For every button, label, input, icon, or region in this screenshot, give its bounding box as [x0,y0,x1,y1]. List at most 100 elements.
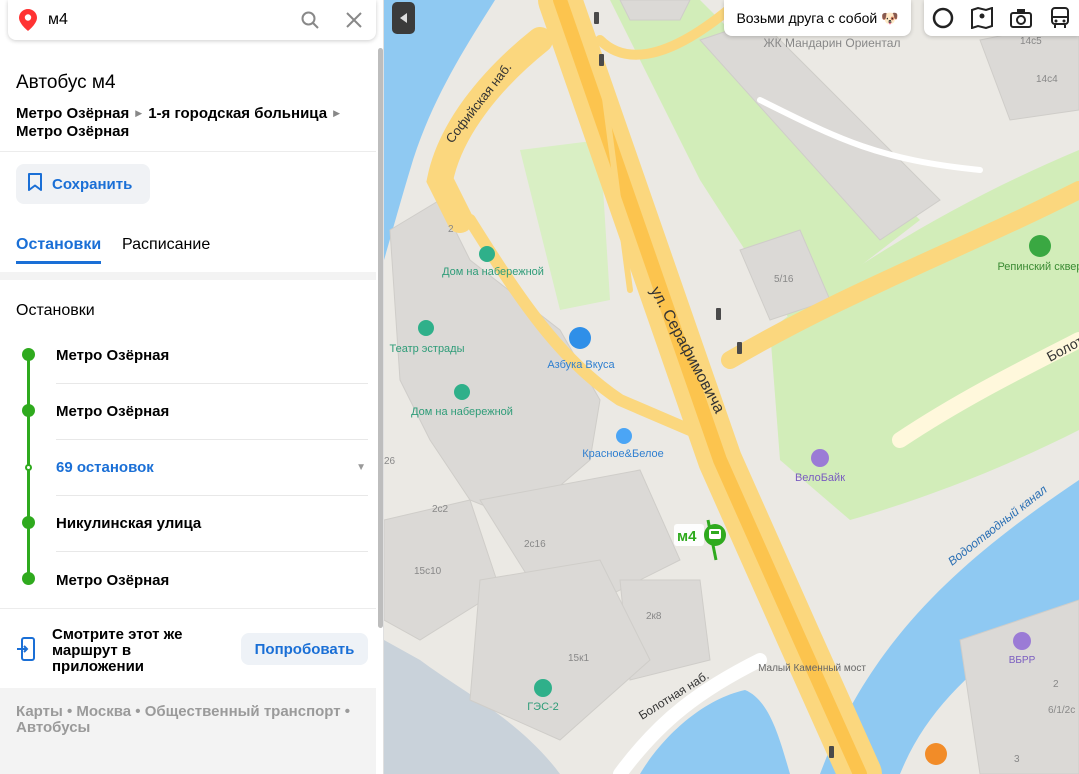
transport-icon[interactable] [1045,3,1075,33]
stop-name: Метро Озёрная [56,347,170,364]
collapse-panel-button[interactable] [392,2,415,34]
app-promo: Смотрите этот же маршрут в приложении По… [0,608,376,688]
poi-most: Малый Каменный мост [758,663,866,674]
bus-stop-marker: м4 [674,524,726,546]
invite-friend-label: Возьми друга с собой [736,10,878,26]
chevron-down-icon: ▼ [356,462,366,473]
panorama-icon[interactable] [967,3,997,33]
expand-stops-button[interactable]: 69 остановок ▼ [56,440,368,496]
house-number: 2 [448,224,454,235]
breadcrumb-separator: • [344,703,351,720]
theatre-icon [418,320,434,336]
breadcrumb-item[interactable]: Автобусы [16,719,90,736]
stop-name: Метро Озёрная [56,571,170,589]
house-number: 2с2 [432,504,449,515]
breadcrumb-item[interactable]: Москва [76,703,131,720]
close-icon[interactable] [332,0,376,40]
house-number: 2с16 [524,539,546,550]
poi-krasnoe: Красное&Белое [582,448,664,460]
stops-heading: Остановки [16,302,95,319]
camera-icon[interactable] [1006,3,1036,33]
search-bar: м4 [8,0,376,40]
poi-teatr: Театр эстрады [389,343,464,355]
route-via: 1-я городская больница [148,105,328,122]
wine-shop-icon [616,428,632,444]
phone-icon [16,637,38,666]
route-title: Автобус м4 [16,72,116,93]
route-endpoints: Метро Озёрная ▶ 1-я городская больница ▶ Мет… [16,104,366,141]
arrow-right-icon: ▶ [135,108,143,118]
shop-icon [569,327,591,349]
stop-marker [22,572,35,585]
stop-item[interactable]: Метро Озёрная [56,384,368,440]
alice-icon[interactable] [928,3,958,33]
traffic-light-icon [737,342,742,354]
traffic-light-icon [829,746,834,758]
location-pin-icon [8,9,48,31]
tab-stops[interactable]: Остановки [16,236,102,264]
stop-item[interactable]: Метро Озёрная [56,328,368,384]
breadcrumb-item[interactable]: Общественный транспорт [145,703,341,720]
park-icon [1029,235,1051,257]
restaurant-icon [925,743,947,765]
sidebar-scrollbar[interactable] [378,48,383,628]
bike-icon [811,449,829,467]
tab-schedule[interactable]: Расписание [122,236,210,264]
poi-azbuka: Азбука Вкуса [547,359,615,371]
invite-friend-chip[interactable]: Возьми друга с собой 🐶 [724,0,911,36]
stop-name: Метро Озёрная [56,403,170,420]
try-app-button[interactable]: Попробовать [241,633,368,665]
save-button[interactable]: Сохранить [16,164,150,204]
map-svg: ул. Серафимовича Софийская наб. Болотная… [384,0,1079,774]
traffic-light-icon [716,308,721,320]
poi-mandarin-line1: ЖК Мандарин Ориентал [764,36,901,50]
search-icon[interactable] [288,0,332,40]
route-from: Метро Озёрная [16,105,130,122]
house-number: 2к8 [646,611,662,622]
house-number: 26 [384,456,396,467]
poi-dom-mid: Дом на набережной [411,406,513,418]
stop-count: 69 остановок [56,459,154,476]
search-input[interactable]: м4 [48,11,288,29]
house-number: 14с5 [1020,36,1042,47]
app-promo-text: Смотрите этот же маршрут в приложении [52,626,183,675]
house-number: 15с10 [414,566,442,577]
map-toolbar [924,0,1079,36]
stop-name: Никулинская улица [56,515,202,532]
poi-dom-top: Дом на набережной [442,266,544,278]
stop-item[interactable]: Никулинская улица [56,496,368,552]
dog-emoji: 🐶 [881,9,899,26]
poi-velobike: ВелоБайк [795,472,845,484]
breadcrumb-item[interactable]: Карты [16,703,63,720]
house-number: 6/1/2с [1048,705,1075,716]
house-number: 2 [1053,679,1059,690]
traffic-light-icon [594,12,599,24]
museum-icon [479,246,495,262]
sidebar-panel: м4 Автобус м4 Метро Озёрная ▶ 1-я городска… [0,0,384,774]
section-separator [0,272,376,280]
house-number: 5/16 [774,274,794,285]
save-button-label: Сохранить [52,175,133,193]
map-canvas[interactable]: ул. Серафимовича Софийская наб. Болотная… [384,0,1079,774]
arrow-right-icon: ▶ [333,108,340,118]
bank-icon [1013,632,1031,650]
breadcrumb-separator: • [135,703,141,720]
divider [0,151,376,152]
route-to: Метро Озёрная [16,123,130,140]
collapse-arrow-icon [399,13,407,23]
house-number: 14с4 [1036,74,1058,85]
house-number: 15к1 [568,653,589,664]
poi-vbrr: ВБРР [1009,655,1036,666]
building-n [619,0,691,21]
stop-item[interactable]: Метро Озёрная [56,552,368,608]
bookmark-icon [28,172,42,196]
traffic-light-icon [599,54,604,66]
breadcrumb: Карты • Москва • Общественный транспорт … [0,688,376,774]
poi-ges: ГЭС-2 [527,701,559,713]
landmark-icon [534,679,552,697]
stop-marker [22,404,35,417]
breadcrumb-separator: • [66,703,73,720]
poi-repinsky: Репинский сквер [997,261,1079,273]
stop-marker [22,348,35,361]
stop-marker [22,516,35,529]
